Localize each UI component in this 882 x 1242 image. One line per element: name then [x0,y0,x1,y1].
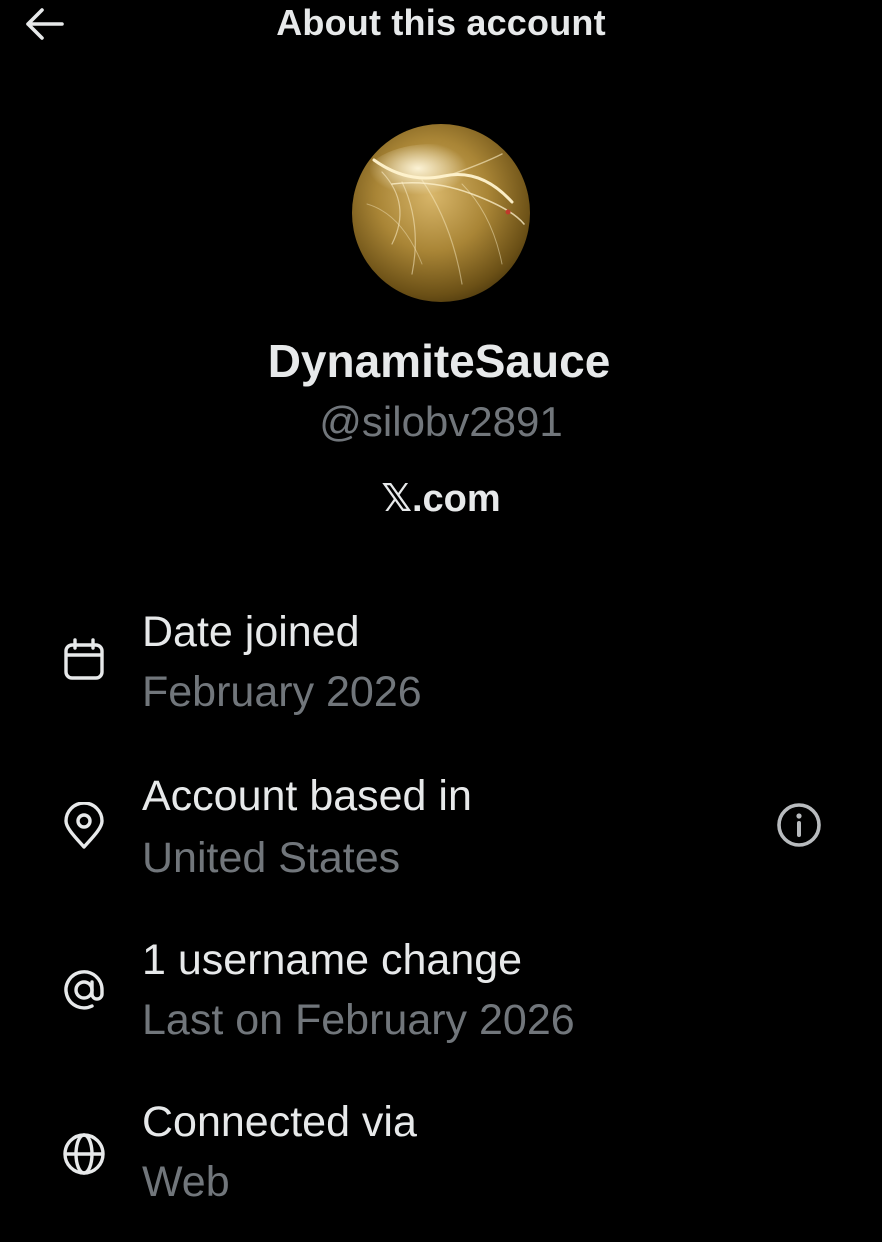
row-label: 1 username change [142,936,523,984]
row-value: February 2026 [142,668,422,716]
info-button[interactable] [772,798,826,852]
connected-via-row: Connected via Web [0,1092,882,1242]
top-bar: About this account [0,0,882,50]
row-value: Last on February 2026 [142,996,575,1044]
calendar-icon [58,634,110,686]
platform-source: 𝕏.com [381,478,501,520]
row-value: United States [142,834,401,882]
row-label: Connected via [142,1098,417,1146]
location-pin-icon [58,800,110,852]
row-label: Date joined [142,608,360,656]
display-name: DynamiteSauce [267,335,611,387]
row-label: Account based in [142,772,472,820]
page-title: About this account [276,2,606,43]
avatar [352,124,530,302]
date-joined-row: Date joined February 2026 [0,600,882,750]
info-icon [777,803,821,847]
account-based-in-row: Account based in United States [0,764,882,914]
username-change-row: 1 username change Last on February 2026 [0,928,882,1078]
username-handle: @silobv2891 [319,398,563,445]
globe-icon [58,1128,110,1180]
at-sign-icon [58,964,110,1016]
